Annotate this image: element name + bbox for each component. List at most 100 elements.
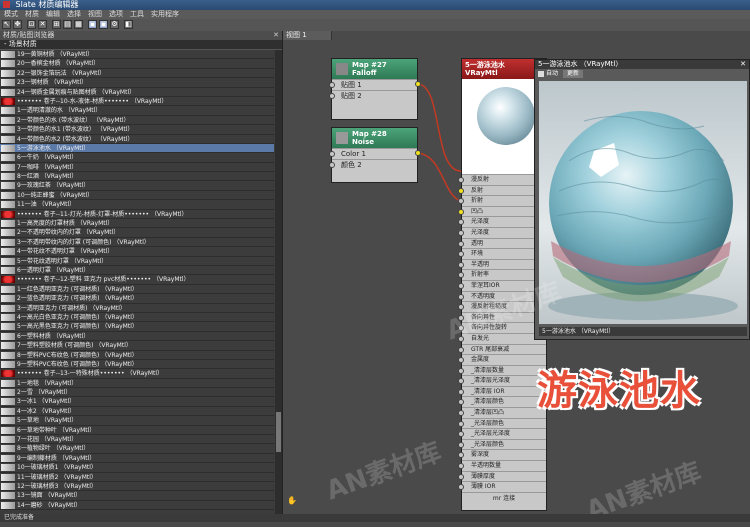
input-port[interactable] [458, 378, 464, 385]
list-item[interactable]: 3一带颜色的水1 (带水波纹） （VRayMtl） [0, 125, 274, 135]
material-port[interactable]: _清漆层数量 [458, 366, 546, 377]
list-item[interactable]: 22一银饰金箔玩法 （VRayMtl） [0, 69, 274, 79]
menu-item[interactable]: 模式 [4, 10, 18, 18]
input-port[interactable] [458, 293, 464, 300]
list-item[interactable]: 1一红色透明亚克力 (可调材质) （VRayMtl） [0, 285, 274, 295]
input-port[interactable] [458, 219, 464, 226]
list-item[interactable]: 6一塑料材质 （VRayMtl） [0, 332, 274, 342]
assign-material-icon[interactable]: ⊡ [27, 20, 36, 29]
list-item[interactable]: 3一不透明带纹内的灯罩 (可调颜色) （VRayMtl） [0, 238, 274, 248]
list-item[interactable]: 9一塑料PVC布纹色 (可调颜色) （VRayMtl） [0, 360, 274, 370]
section-header[interactable]: - 场景材质 [0, 40, 282, 50]
list-item[interactable]: 12一玻璃材质3 （VRayMtl） [0, 482, 274, 492]
list-item[interactable]: 4一冰2 （VRayMtl） [0, 407, 274, 417]
material-port[interactable]: _光泽层光泽度 [458, 429, 546, 440]
list-item[interactable]: 4一带花纹不透明灯罩 （VRayMtl） [0, 247, 274, 257]
port-map2[interactable]: 贴图 2 [329, 90, 417, 101]
list-item[interactable]: 6一牛奶 （VRayMtl） [0, 153, 274, 163]
list-item[interactable]: 6一透明灯罩 （VRayMtl） [0, 266, 274, 276]
list-item[interactable]: 4一带颜色的水2 (带水波纹） （VRayMtl） [0, 135, 274, 144]
input-port[interactable] [458, 240, 464, 247]
input-port[interactable] [458, 346, 464, 353]
material-port[interactable]: _光泽层颜色 [458, 419, 546, 430]
move-children-icon[interactable]: ⊞ [52, 20, 61, 29]
list-item[interactable]: ••••••• 卷子--12-塑料 亚克力 pvc材质••••••• （VRay… [0, 275, 274, 285]
update-button[interactable]: 更新 [562, 70, 583, 78]
list-item[interactable]: 20一香槟金材质 （VRayMtl） [0, 59, 274, 69]
menu-item[interactable]: 实用程序 [151, 10, 179, 18]
material-port[interactable]: 金属度 [458, 355, 546, 366]
list-item[interactable]: 2一带颜色的水 (带水波纹） （VRayMtl） [0, 116, 274, 126]
input-port[interactable] [458, 463, 464, 470]
select-tool-icon[interactable]: ↖ [2, 20, 11, 29]
input-port[interactable] [458, 272, 464, 279]
list-item[interactable]: 14一磨砂 （VRayMtl） [0, 501, 274, 511]
input-port[interactable] [458, 261, 464, 268]
list-item[interactable]: 8一植物绿叶 （VRayMtl） [0, 444, 274, 454]
list-item[interactable]: 7一塑料塑胶材质 (可调颜色) （VRayMtl） [0, 341, 274, 351]
input-port[interactable] [458, 187, 464, 194]
list-item[interactable]: 19一黄铜材质 （VRayMtl） [0, 50, 274, 60]
hide-unused-icon[interactable]: ▤ [63, 20, 72, 29]
input-port[interactable] [458, 420, 464, 427]
input-port[interactable] [458, 431, 464, 438]
input-port[interactable] [458, 367, 464, 374]
list-item[interactable]: 10一纯正蜂蜜 （VRayMtl） [0, 191, 274, 201]
scrollbar-thumb[interactable] [276, 412, 281, 452]
menu-item[interactable]: 材质 [25, 10, 39, 18]
material-port[interactable]: 薄膜 IOR [458, 482, 546, 493]
list-item[interactable]: ••••••• 卷子--13-一特殊材质••••••• （VRayMtl） [0, 369, 274, 379]
list-item[interactable]: 24一钢质金属划痕与贴图材质 （VRayMtl） [0, 88, 274, 97]
output-port-noise[interactable] [415, 150, 421, 156]
list-item[interactable]: 2一蓝色透明亚克力 (可调材质) （VRayMtl） [0, 294, 274, 304]
input-port[interactable] [458, 388, 464, 395]
list-item[interactable]: 23一钢材质 （VRayMtl） [0, 78, 274, 88]
list-item[interactable]: 13一镜面 （VRayMtl） [0, 491, 274, 501]
list-item[interactable]: 8一红酒 （VRayMtl） [0, 172, 274, 182]
material-port[interactable]: 雾深度 [458, 450, 546, 462]
pan-hand-icon[interactable]: ✋ [287, 496, 297, 506]
material-id-icon[interactable]: ⚙ [110, 20, 119, 29]
port-color1[interactable]: Color 1 [329, 148, 417, 159]
input-port[interactable] [458, 357, 464, 364]
node-noise[interactable]: Map #28 Noise Color 1 颜色 2 [329, 127, 421, 183]
material-port[interactable]: _清漆层 IOR [458, 387, 546, 398]
menu-item[interactable]: 编辑 [46, 10, 60, 18]
node-canvas[interactable]: 视图 1 Map #27 Falloff 贴图 1 贴图 2 Map #28 Noi… [283, 31, 750, 526]
input-port[interactable] [458, 452, 464, 459]
input-port[interactable] [458, 399, 464, 406]
delete-icon[interactable]: ✕ [38, 20, 47, 29]
input-port[interactable] [458, 484, 464, 491]
list-item[interactable]: 11一油 （VRayMtl） [0, 200, 274, 210]
list-item[interactable]: 9一编制藤材质 （VRayMtl） [0, 454, 274, 464]
scrollbar[interactable] [275, 50, 282, 516]
list-item[interactable]: 5一游泳池水 （VRayMtl） [0, 143, 274, 154]
preview-window[interactable]: 5一游泳池水 （VRayMtl） ✕ 自动 更新 5一游泳池水 （VRayMtl… [534, 59, 750, 340]
layout-children-icon[interactable]: ▣ [99, 20, 108, 29]
list-item[interactable]: 2一不透明带纹内的灯罩 （VRayMtl） [0, 228, 274, 238]
menu-item[interactable]: 工具 [130, 10, 144, 18]
list-item[interactable]: 1一地毯 （VRayMtl） [0, 379, 274, 389]
list-item[interactable]: 7一花园 （VRayMtl） [0, 435, 274, 445]
list-item[interactable]: 8一塑料PVC布纹色 (可调颜色) （VRayMtl） [0, 351, 274, 360]
input-port[interactable] [458, 441, 464, 448]
menu-item[interactable]: 选项 [109, 10, 123, 18]
input-port[interactable] [458, 473, 464, 480]
list-item[interactable]: 7一咖啡 （VRayMtl） [0, 163, 274, 173]
list-item[interactable]: 6一草地带种叶 （VRayMtl） [0, 426, 274, 436]
output-port-falloff[interactable] [415, 81, 421, 87]
input-port[interactable] [458, 282, 464, 289]
list-item[interactable]: 9一玫瑰红茶 （VRayMtl） [0, 181, 274, 191]
material-port[interactable]: _清漆层颜色 [458, 397, 546, 409]
list-item[interactable]: 2一雪 （VRayMtl） [0, 388, 274, 398]
pan-tool-icon[interactable]: ✥ [13, 20, 22, 29]
material-port[interactable]: 半透明数量 [458, 461, 546, 472]
input-port[interactable] [458, 410, 464, 417]
close-icon[interactable]: ✕ [740, 60, 746, 69]
material-port[interactable]: _光泽层颜色 [458, 440, 546, 451]
port-map1[interactable]: 贴图 1 [329, 79, 417, 90]
material-port[interactable]: GTR 尾部衰减 [458, 345, 546, 356]
auto-checkbox[interactable] [538, 70, 544, 77]
list-item[interactable]: 5一带花纹透明灯罩 （VRayMtl） [0, 257, 274, 266]
material-port[interactable]: _清漆层凹凸 [458, 408, 546, 419]
